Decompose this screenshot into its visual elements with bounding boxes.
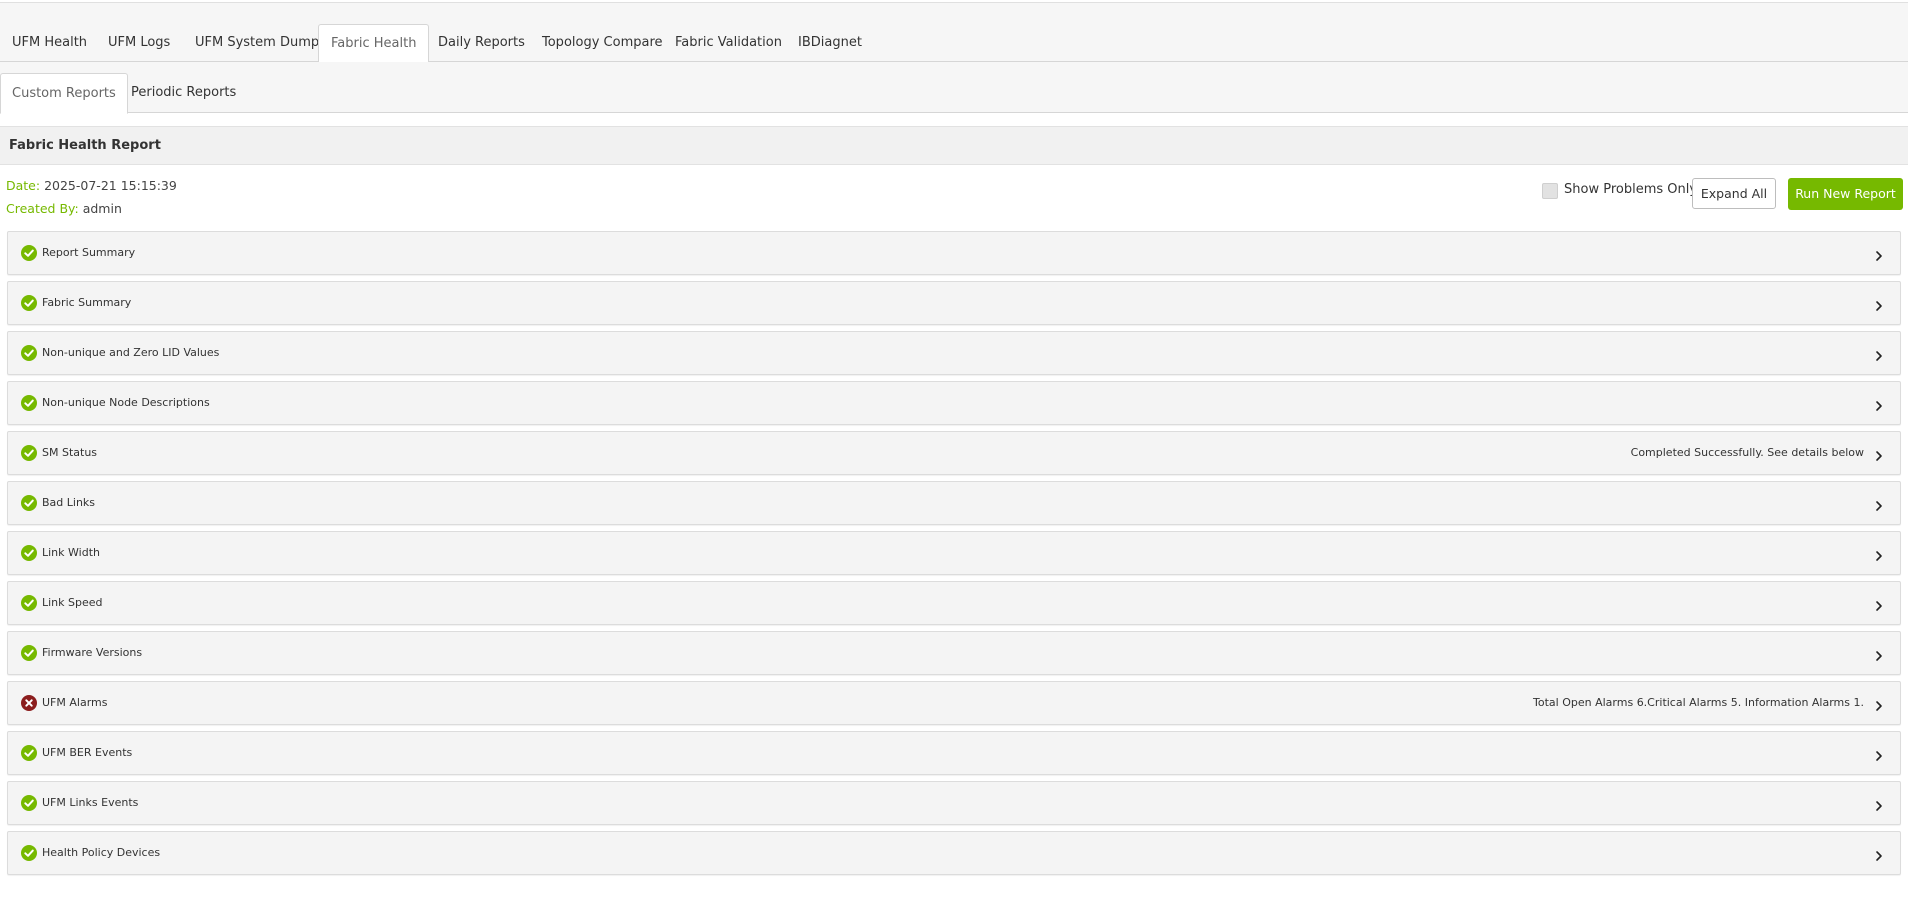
expand-all-button[interactable]: Expand All	[1692, 178, 1776, 209]
check-circle-icon	[21, 245, 37, 261]
chevron-right-icon[interactable]	[1873, 647, 1885, 661]
chevron-right-icon[interactable]	[1873, 847, 1885, 861]
chevron-right-icon[interactable]	[1873, 497, 1885, 511]
section-ufm-ber-events[interactable]: UFM BER Events	[7, 731, 1901, 775]
section-bad-links[interactable]: Bad Links	[7, 481, 1901, 525]
chevron-right-icon[interactable]	[1873, 347, 1885, 361]
created-by-value: admin	[82, 201, 122, 216]
section-label: Non-unique and Zero LID Values	[42, 346, 220, 359]
report-header: Fabric Health Report	[0, 126, 1908, 165]
show-problems-only-label[interactable]: Show Problems Only	[1564, 182, 1697, 197]
section-label: Health Policy Devices	[42, 846, 161, 859]
section-link-speed[interactable]: Link Speed	[7, 581, 1901, 625]
report-created-by: Created By: admin	[6, 201, 122, 216]
main-tab-bar: UFM Health UFM Logs UFM System Dump Fabr…	[0, 3, 1908, 63]
chevron-right-icon[interactable]	[1873, 547, 1885, 561]
check-circle-icon	[21, 345, 37, 361]
section-label: Link Width	[42, 546, 100, 559]
section-report-summary[interactable]: Report Summary	[7, 231, 1901, 275]
section-label: Link Speed	[42, 596, 103, 609]
tab-ufm-system-dump[interactable]: UFM System Dump	[183, 24, 331, 62]
created-by-label: Created By:	[6, 201, 79, 216]
check-circle-icon	[21, 845, 37, 861]
section-health-policy-devices[interactable]: Health Policy Devices	[7, 831, 1901, 875]
tab-fabric-validation[interactable]: Fabric Validation	[663, 24, 794, 62]
section-link-width[interactable]: Link Width	[7, 531, 1901, 575]
tab-fabric-health[interactable]: Fabric Health	[318, 24, 430, 63]
chevron-right-icon[interactable]	[1873, 797, 1885, 811]
section-label: Firmware Versions	[42, 646, 143, 659]
section-fabric-summary[interactable]: Fabric Summary	[7, 281, 1901, 325]
section-label: Fabric Summary	[42, 296, 132, 309]
tab-ufm-health[interactable]: UFM Health	[0, 24, 99, 62]
section-ufm-links-events[interactable]: UFM Links Events	[7, 781, 1901, 825]
tab-ibdiagnet[interactable]: IBDiagnet	[786, 24, 874, 62]
tab-topology-compare[interactable]: Topology Compare	[530, 24, 675, 62]
date-label: Date:	[6, 178, 41, 193]
tab-ufm-logs[interactable]: UFM Logs	[96, 24, 182, 62]
chevron-right-icon[interactable]	[1873, 597, 1885, 611]
section-label: SM Status	[42, 446, 98, 459]
chevron-right-icon[interactable]	[1873, 397, 1885, 411]
chevron-right-icon[interactable]	[1873, 447, 1885, 461]
section-non-unique-zero-lid[interactable]: Non-unique and Zero LID Values	[7, 331, 1901, 375]
chevron-right-icon[interactable]	[1873, 697, 1885, 711]
section-sm-status[interactable]: SM Status Completed Successfully. See de…	[7, 431, 1901, 475]
chevron-right-icon[interactable]	[1873, 747, 1885, 761]
tab-periodic-reports[interactable]: Periodic Reports	[120, 73, 247, 113]
check-circle-icon	[21, 495, 37, 511]
section-label: UFM Alarms	[42, 696, 108, 709]
check-circle-icon	[21, 545, 37, 561]
section-summary: Total Open Alarms 6.Critical Alarms 5. I…	[1533, 696, 1864, 709]
run-new-report-button[interactable]: Run New Report	[1788, 178, 1903, 210]
section-summary: Completed Successfully. See details belo…	[1630, 446, 1864, 459]
check-circle-icon	[21, 595, 37, 611]
chevron-right-icon[interactable]	[1873, 297, 1885, 311]
section-ufm-alarms[interactable]: UFM Alarms Total Open Alarms 6.Critical …	[7, 681, 1901, 725]
date-value: 2025-07-21 15:15:39	[44, 178, 177, 193]
x-circle-icon	[21, 695, 37, 711]
tab-custom-reports[interactable]: Custom Reports	[0, 73, 128, 114]
report-date: Date: 2025-07-21 15:15:39	[6, 178, 177, 193]
section-non-unique-node-descriptions[interactable]: Non-unique Node Descriptions	[7, 381, 1901, 425]
check-circle-icon	[21, 745, 37, 761]
check-circle-icon	[21, 645, 37, 661]
report-sections: Report Summary Fabric Summary Non-unique…	[7, 231, 1901, 881]
check-circle-icon	[21, 445, 37, 461]
section-label: Bad Links	[42, 496, 96, 509]
tab-daily-reports[interactable]: Daily Reports	[426, 24, 537, 62]
section-label: UFM Links Events	[42, 796, 139, 809]
report-title: Fabric Health Report	[9, 138, 161, 153]
check-circle-icon	[21, 395, 37, 411]
check-circle-icon	[21, 795, 37, 811]
section-label: UFM BER Events	[42, 746, 133, 759]
section-firmware-versions[interactable]: Firmware Versions	[7, 631, 1901, 675]
show-problems-only-checkbox[interactable]	[1542, 183, 1558, 199]
chevron-right-icon[interactable]	[1873, 247, 1885, 261]
section-label: Non-unique Node Descriptions	[42, 396, 210, 409]
sub-tab-bar: Custom Reports Periodic Reports	[0, 62, 1908, 114]
check-circle-icon	[21, 295, 37, 311]
section-label: Report Summary	[42, 246, 136, 259]
